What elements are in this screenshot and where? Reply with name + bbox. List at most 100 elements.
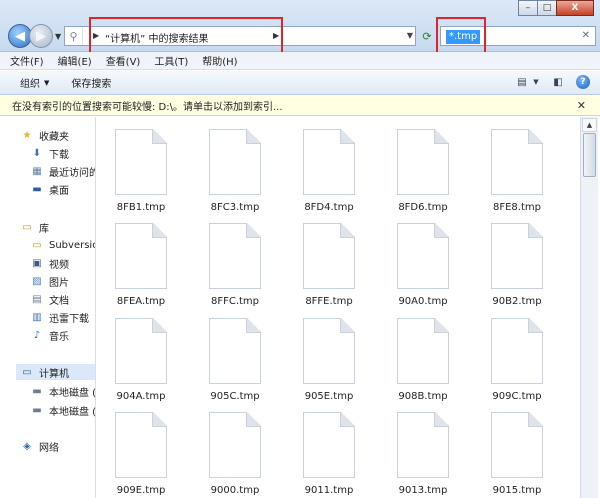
file-name: 909C.tmp (492, 391, 542, 402)
file-name: 8FFE.tmp (305, 296, 353, 307)
menu-view[interactable]: 查看(V) (106, 53, 141, 68)
menu-file[interactable]: 文件(F) (10, 53, 44, 68)
file-corner-fold (434, 223, 449, 238)
sidebar-item-subversion[interactable]: ▭ Subversion (30, 237, 95, 253)
sidebar-item-recent[interactable]: ▦ 最近访问的 (30, 163, 95, 179)
file-item[interactable]: 8FC3.tmp (193, 129, 277, 225)
file-item[interactable]: 9000.tmp (193, 412, 277, 498)
file-item[interactable]: 90A0.tmp (381, 223, 465, 319)
file-item[interactable]: 8FFE.tmp (287, 223, 371, 319)
star-icon: ★ (22, 129, 32, 141)
sidebar-item-desktop[interactable]: ▬ 桌面 (30, 181, 69, 197)
sidebar-label: 网络 (39, 442, 59, 454)
sidebar-label: 迅雷下载 (49, 313, 89, 325)
chevron-down-icon[interactable]: ▼ (532, 75, 540, 89)
recent-pages-dropdown[interactable]: ▼ (55, 32, 61, 41)
close-button[interactable]: X (556, 0, 594, 16)
sidebar-label: 本地磁盘 (C (49, 387, 96, 399)
file-item[interactable]: 8FE8.tmp (475, 129, 559, 225)
file-name: 904A.tmp (116, 391, 166, 402)
recent-places-icon: ▦ (32, 165, 42, 177)
scrollbar-thumb[interactable] (583, 133, 596, 177)
clear-search-icon[interactable]: ✕ (582, 30, 590, 41)
file-item[interactable]: 905E.tmp (287, 318, 371, 414)
file-name: 909E.tmp (116, 485, 166, 496)
index-info-bar[interactable]: 在没有索引的位置搜索可能较慢: D:\。请单击以添加到索引... ✕ (0, 96, 600, 116)
file-name: 90A0.tmp (398, 296, 448, 307)
sidebar-label: 下载 (49, 149, 69, 161)
file-corner-fold (528, 318, 543, 333)
file-item[interactable]: 8FD6.tmp (381, 129, 465, 225)
sidebar-item-drive-d[interactable]: ▬ 本地磁盘 (D (30, 402, 96, 418)
file-item[interactable]: 909C.tmp (475, 318, 559, 414)
file-corner-fold (152, 412, 167, 427)
organize-button[interactable]: 组织 ▼ (20, 75, 49, 91)
sidebar-item-music[interactable]: ♪ 音乐 (30, 327, 69, 343)
sidebar-item-documents[interactable]: ▤ 文档 (30, 291, 69, 307)
library-icon: ▭ (22, 221, 32, 233)
thunder-download-icon: ▥ (32, 311, 42, 323)
file-item[interactable]: 904A.tmp (99, 318, 183, 414)
menu-edit[interactable]: 编辑(E) (58, 53, 92, 68)
file-name: 90B2.tmp (492, 296, 542, 307)
file-name: 9000.tmp (210, 485, 260, 496)
file-corner-fold (246, 412, 261, 427)
file-name: 9011.tmp (304, 485, 354, 496)
file-item[interactable]: 9011.tmp (287, 412, 371, 498)
refresh-button[interactable]: ⟳ (418, 26, 436, 46)
file-item[interactable]: 905C.tmp (193, 318, 277, 414)
preview-pane-icon[interactable]: ◧ (550, 75, 566, 89)
sidebar-label: 视频 (49, 259, 69, 271)
scroll-up-icon[interactable]: ▲ (582, 118, 597, 132)
navigation-pane: ★ 收藏夹 ⬇ 下载 ▦ 最近访问的 ▬ 桌面 ▭ 库 ▭ Subversion… (0, 117, 96, 498)
sidebar-item-downloads[interactable]: ⬇ 下载 (30, 145, 69, 161)
file-name: 905E.tmp (304, 391, 354, 402)
file-item[interactable]: 90B2.tmp (475, 223, 559, 319)
sidebar-item-drive-c[interactable]: ▬ 本地磁盘 (C (30, 383, 96, 399)
file-item[interactable]: 9015.tmp (475, 412, 559, 498)
sidebar-label: 计算机 (39, 368, 69, 380)
view-options-icon[interactable]: ▤ (514, 75, 530, 89)
file-corner-fold (434, 412, 449, 427)
downloads-folder-icon: ⬇ (32, 147, 42, 159)
maximize-button[interactable]: □ (537, 0, 557, 16)
sidebar-item-thunder-downloads[interactable]: ▥ 迅雷下载 (30, 309, 89, 325)
library-folder-icon: ▭ (32, 239, 42, 251)
file-item[interactable]: 8FFC.tmp (193, 223, 277, 319)
menu-help[interactable]: 帮助(H) (202, 53, 237, 68)
menu-tools[interactable]: 工具(T) (154, 53, 188, 68)
minimize-button[interactable]: – (518, 0, 538, 16)
sidebar-label: 图片 (49, 277, 69, 289)
organize-label: 组织 (20, 79, 40, 90)
file-corner-fold (528, 412, 543, 427)
file-item[interactable]: 9013.tmp (381, 412, 465, 498)
video-icon: ▣ (32, 257, 42, 269)
file-item[interactable]: 8FD4.tmp (287, 129, 371, 225)
sidebar-favorites[interactable]: ★ 收藏夹 (20, 127, 69, 143)
sidebar-item-videos[interactable]: ▣ 视频 (30, 255, 69, 271)
view-controls: ▤ ▼ ◧ ? (504, 75, 590, 89)
sidebar-label: 收藏夹 (39, 131, 69, 143)
address-bar[interactable]: ⚲ ▶ “计算机” 中的搜索结果 ▶ ▼ (64, 17, 416, 55)
chevron-down-icon[interactable]: ▼ (407, 31, 413, 40)
file-corner-fold (340, 223, 355, 238)
sidebar-computer[interactable]: ▭ 计算机 (16, 364, 95, 380)
help-icon[interactable]: ? (576, 75, 590, 89)
sidebar-item-pictures[interactable]: ▨ 图片 (30, 273, 69, 289)
file-list: 8FB1.tmp 8FC3.tmp 8FD4.tmp 8FD6.tmp 8FE8.tmp… (97, 117, 578, 498)
sidebar-libraries[interactable]: ▭ 库 (20, 219, 49, 235)
close-icon[interactable]: ✕ (577, 99, 586, 112)
sidebar-network[interactable]: ◈ 网络 (20, 438, 59, 454)
file-name: 8FE8.tmp (493, 202, 541, 213)
file-item[interactable]: 908B.tmp (381, 318, 465, 414)
file-corner-fold (528, 223, 543, 238)
forward-button[interactable]: ▶ (29, 24, 53, 48)
sidebar-label: 本地磁盘 (D (49, 406, 96, 418)
save-search-button[interactable]: 保存搜索 (71, 75, 111, 90)
file-item[interactable]: 8FB1.tmp (99, 129, 183, 225)
hard-drive-icon: ▬ (32, 385, 42, 397)
file-item[interactable]: 8FEA.tmp (99, 223, 183, 319)
vertical-scrollbar[interactable]: ▲ (580, 117, 598, 498)
sidebar-label: 文档 (49, 295, 69, 307)
file-item[interactable]: 909E.tmp (99, 412, 183, 498)
